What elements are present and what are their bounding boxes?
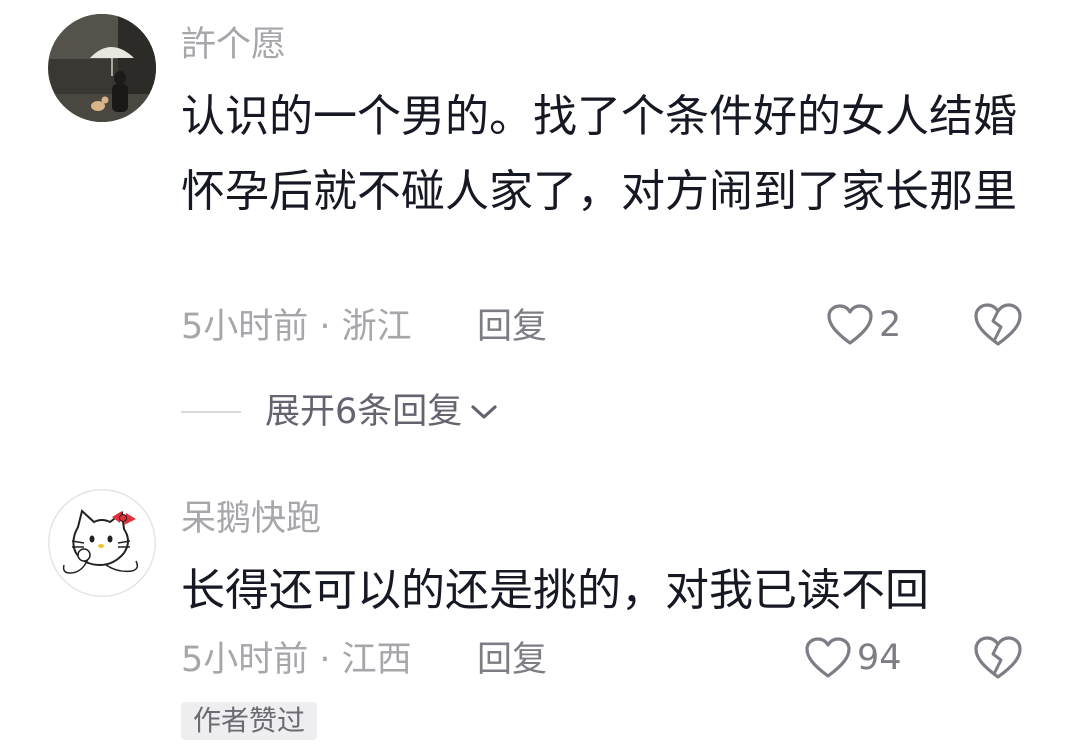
comment-meta: 5小时前 · 江西 — [181, 640, 412, 680]
username[interactable]: 許个愿 — [181, 23, 286, 67]
divider-line — [181, 411, 241, 413]
heart-outline-icon — [827, 304, 873, 345]
username[interactable]: 呆鹅快跑 — [181, 497, 321, 541]
avatar[interactable] — [48, 14, 156, 122]
comment-text: 长得还可以的还是挑的，对我已读不回 — [181, 565, 929, 616]
expand-replies-label: 展开6条回复 — [265, 392, 463, 432]
avatar-cartoon-cat-icon — [48, 489, 156, 597]
expand-replies-button[interactable]: 展开6条回复 — [181, 390, 498, 434]
reply-button[interactable]: 回复 — [477, 305, 547, 349]
avatar-photo-umbrella-icon — [48, 14, 156, 122]
broken-heart-icon — [974, 303, 1022, 346]
avatar[interactable] — [48, 489, 156, 597]
like-count: 2 — [879, 305, 902, 345]
dislike-button[interactable] — [974, 303, 1022, 351]
comment-text: 认识的一个男的。找了个条件好的女人结婚 怀孕后就不碰人家了，对方闹到了家长那里 — [181, 91, 1017, 217]
dislike-button[interactable] — [974, 636, 1022, 684]
like-button[interactable]: 2 — [827, 303, 901, 347]
like-count: 94 — [857, 638, 902, 678]
broken-heart-icon — [974, 636, 1022, 679]
like-button[interactable]: 94 — [805, 636, 902, 680]
comment-meta: 5小时前 · 浙江 — [181, 307, 412, 347]
heart-outline-icon — [805, 637, 851, 678]
chevron-down-icon — [471, 405, 497, 419]
author-liked-badge: 作者赞过 — [181, 702, 318, 740]
reply-button[interactable]: 回复 — [477, 638, 547, 682]
